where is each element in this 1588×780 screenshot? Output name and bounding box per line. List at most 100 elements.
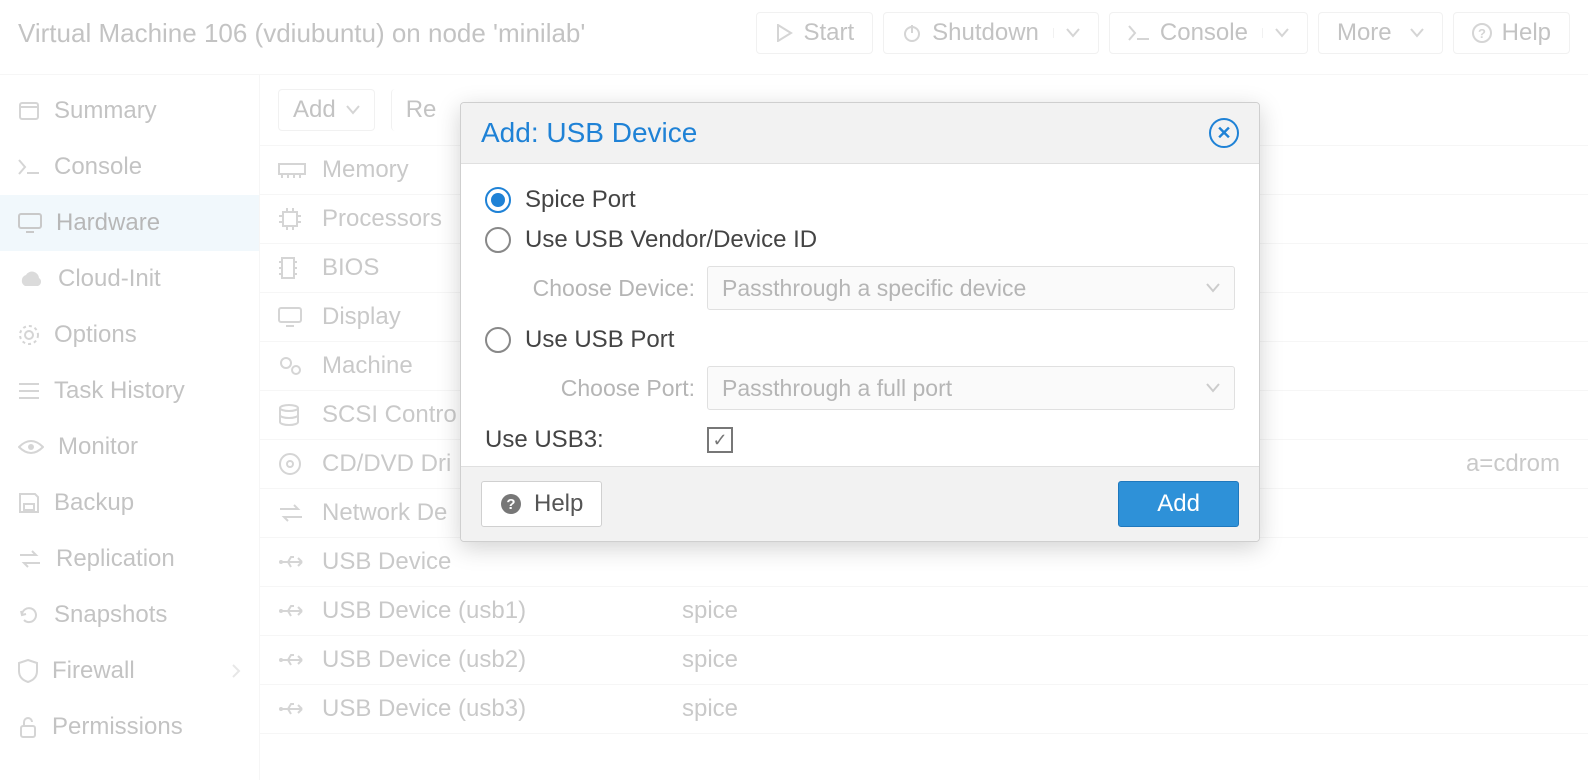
option-usb-port[interactable]: Use USB Port	[485, 326, 1235, 354]
dialog-help-button[interactable]: ? Help	[481, 481, 602, 527]
table-row[interactable]: USB Device	[260, 538, 1588, 587]
check-icon: ✓	[712, 430, 727, 451]
chevron-down-icon	[1206, 283, 1220, 293]
help-icon: ?	[500, 493, 522, 515]
sidebar-item-cloudinit[interactable]: Cloud-Init	[0, 251, 259, 307]
hw-name: USB Device	[322, 548, 682, 576]
more-button[interactable]: More	[1318, 12, 1443, 54]
history-icon	[18, 604, 40, 626]
combo-placeholder: Passthrough a specific device	[722, 275, 1026, 302]
sidebar-item-monitor[interactable]: Monitor	[0, 419, 259, 475]
sidebar-item-backup[interactable]: Backup	[0, 475, 259, 531]
table-row[interactable]: USB Device (usb3) spice	[260, 685, 1588, 734]
more-label: More	[1337, 19, 1392, 47]
shutdown-button[interactable]: Shutdown	[883, 12, 1099, 54]
remove-label: Re	[406, 96, 437, 124]
sidebar-item-label: Options	[54, 321, 137, 349]
help-label: Help	[534, 490, 583, 518]
book-icon	[18, 100, 40, 122]
network-icon	[278, 504, 322, 522]
sidebar-item-options[interactable]: Options	[0, 307, 259, 363]
radio-icon[interactable]	[485, 227, 511, 253]
dialog-add-button[interactable]: Add	[1118, 481, 1239, 527]
chevron-down-icon[interactable]	[1053, 28, 1080, 38]
choose-device-row: Choose Device: Passthrough a specific de…	[509, 266, 1235, 310]
start-button[interactable]: Start	[756, 12, 873, 54]
close-button[interactable]: ✕	[1209, 118, 1239, 148]
usb-icon	[278, 603, 322, 619]
choose-device-combo[interactable]: Passthrough a specific device	[707, 266, 1235, 310]
combo-placeholder: Passthrough a full port	[722, 375, 952, 402]
radio-icon[interactable]	[485, 327, 511, 353]
sidebar-item-label: Firewall	[52, 657, 135, 685]
chip-icon	[278, 256, 322, 280]
cloud-icon	[18, 270, 44, 288]
remove-button[interactable]: Re	[391, 89, 451, 131]
add-usb-device-dialog: Add: USB Device ✕ Spice Port Use USB Ven…	[460, 102, 1260, 542]
shield-icon	[18, 659, 38, 683]
usb-icon	[278, 652, 322, 668]
use-usb3-row: Use USB3: ✓	[485, 426, 1235, 454]
start-label: Start	[803, 19, 854, 47]
sidebar-item-firewall[interactable]: Firewall	[0, 643, 259, 699]
hw-value: spice	[682, 597, 1570, 625]
dialog-body: Spice Port Use USB Vendor/Device ID Choo…	[461, 164, 1259, 466]
usb-icon	[278, 554, 322, 570]
sidebar-item-console[interactable]: Console	[0, 139, 259, 195]
table-row[interactable]: USB Device (usb1) spice	[260, 587, 1588, 636]
add-label: Add	[1157, 490, 1200, 517]
terminal-icon	[1128, 25, 1150, 41]
choose-port-row: Choose Port: Passthrough a full port	[509, 366, 1235, 410]
svg-text:?: ?	[506, 496, 515, 513]
power-icon	[902, 23, 922, 43]
sidebar-item-label: Hardware	[56, 209, 160, 237]
sidebar-item-label: Summary	[54, 97, 157, 125]
sidebar: Summary Console Hardware Cloud-Init Opti…	[0, 75, 260, 780]
use-usb3-checkbox[interactable]: ✓	[707, 427, 733, 453]
sidebar-item-replication[interactable]: Replication	[0, 531, 259, 587]
help-button[interactable]: ? Help	[1453, 12, 1570, 54]
memory-icon	[278, 161, 322, 179]
chevron-right-icon	[231, 664, 241, 678]
sidebar-item-label: Task History	[54, 377, 185, 405]
option-label: Use USB Vendor/Device ID	[525, 226, 817, 254]
page-title: Virtual Machine 106 (vdiubuntu) on node …	[18, 18, 585, 49]
sidebar-item-taskhistory[interactable]: Task History	[0, 363, 259, 419]
usb-icon	[278, 701, 322, 717]
hw-name: USB Device (usb1)	[322, 597, 682, 625]
sidebar-item-summary[interactable]: Summary	[0, 83, 259, 139]
dialog-title: Add: USB Device	[481, 117, 697, 149]
sidebar-item-label: Permissions	[52, 713, 183, 741]
add-dropdown-button[interactable]: Add	[278, 89, 375, 131]
monitor-icon	[278, 307, 322, 327]
gears-icon	[278, 355, 322, 377]
gear-icon	[18, 324, 40, 346]
use-usb3-label: Use USB3:	[485, 426, 695, 454]
option-spice-port[interactable]: Spice Port	[485, 186, 1235, 214]
hw-name: USB Device (usb2)	[322, 646, 682, 674]
option-label: Spice Port	[525, 186, 636, 214]
unlock-icon	[18, 716, 38, 738]
option-vendor-id[interactable]: Use USB Vendor/Device ID	[485, 226, 1235, 254]
option-label: Use USB Port	[525, 326, 674, 354]
help-icon: ?	[1472, 23, 1492, 43]
chevron-down-icon[interactable]	[1406, 28, 1424, 38]
choose-port-combo[interactable]: Passthrough a full port	[707, 366, 1235, 410]
close-icon: ✕	[1216, 123, 1231, 144]
hw-value: spice	[682, 695, 1570, 723]
save-icon	[18, 492, 40, 514]
sidebar-item-label: Backup	[54, 489, 134, 517]
shutdown-label: Shutdown	[932, 19, 1039, 47]
hw-name: USB Device (usb3)	[322, 695, 682, 723]
sidebar-item-label: Monitor	[58, 433, 138, 461]
console-button[interactable]: Console	[1109, 12, 1308, 54]
dialog-header: Add: USB Device ✕	[461, 103, 1259, 164]
radio-icon[interactable]	[485, 187, 511, 213]
sidebar-item-hardware[interactable]: Hardware	[0, 195, 259, 251]
sidebar-item-snapshots[interactable]: Snapshots	[0, 587, 259, 643]
table-row[interactable]: USB Device (usb2) spice	[260, 636, 1588, 685]
choose-port-label: Choose Port:	[509, 375, 695, 402]
header-actions: Start Shutdown Console	[756, 12, 1570, 54]
chevron-down-icon[interactable]	[1262, 28, 1289, 38]
sidebar-item-permissions[interactable]: Permissions	[0, 699, 259, 755]
